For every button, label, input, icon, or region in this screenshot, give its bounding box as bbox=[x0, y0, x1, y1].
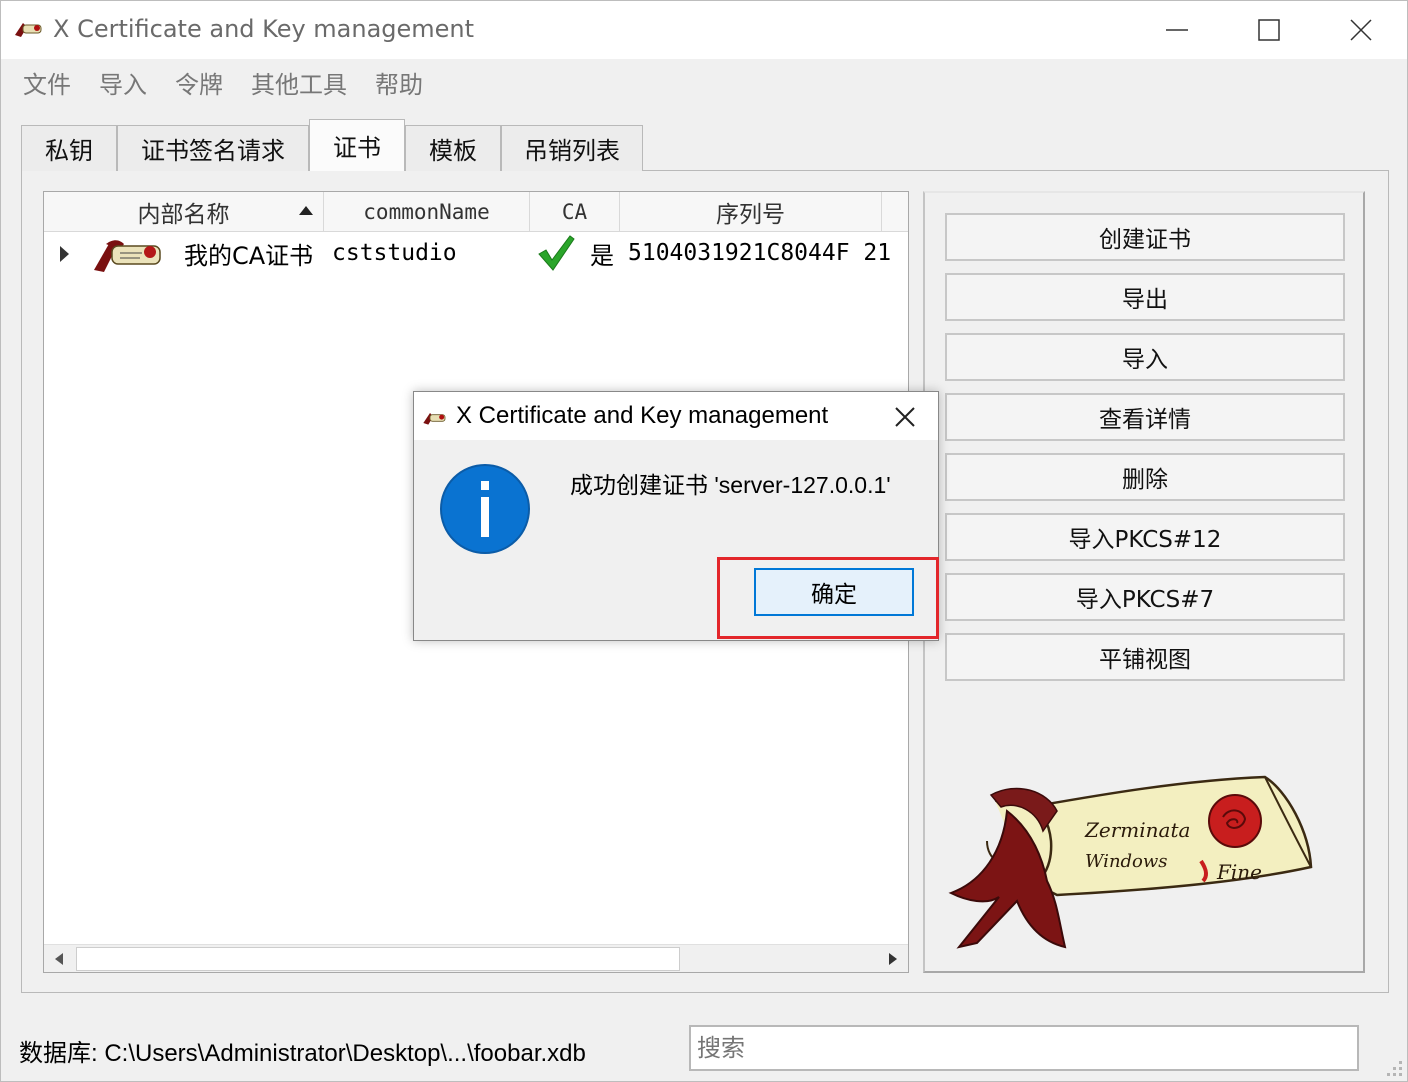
export-button[interactable]: 导出 bbox=[945, 273, 1345, 321]
close-button[interactable] bbox=[1315, 1, 1407, 59]
table-row[interactable]: 我的CA证书 cststudio 是 5104031921C8044F 21 bbox=[44, 232, 908, 276]
tab-csr[interactable]: 证书签名请求 bbox=[117, 125, 309, 171]
horizontal-scrollbar[interactable] bbox=[44, 944, 908, 972]
create-certificate-button[interactable]: 创建证书 bbox=[945, 213, 1345, 261]
column-header-ca[interactable]: CA bbox=[530, 192, 620, 232]
scroll-left-icon bbox=[55, 953, 63, 965]
expand-arrow-icon[interactable] bbox=[60, 246, 69, 262]
svg-text:Fine: Fine bbox=[1216, 860, 1262, 884]
window-title: X Certificate and Key management bbox=[53, 15, 475, 43]
ok-button-highlight-box bbox=[717, 557, 939, 639]
menu-token[interactable]: 令牌 bbox=[175, 65, 223, 100]
tab-private-keys[interactable]: 私钥 bbox=[21, 125, 117, 171]
database-path: 数据库: C:\Users\Administrator\Desktop\...\… bbox=[19, 1040, 586, 1067]
menu-bar: 文件 导入 令牌 其他工具 帮助 bbox=[1, 59, 1407, 99]
close-icon bbox=[1350, 19, 1372, 41]
close-icon bbox=[895, 407, 915, 427]
scroll-left-button[interactable] bbox=[44, 945, 74, 973]
maximize-button[interactable] bbox=[1223, 1, 1315, 59]
minimize-button[interactable] bbox=[1131, 1, 1223, 59]
cert-internal-name: 我的CA证书 bbox=[184, 242, 314, 270]
title-bar: X Certificate and Key management bbox=[1, 1, 1407, 59]
dialog-close-button[interactable] bbox=[884, 396, 926, 438]
tab-certificates[interactable]: 证书 bbox=[309, 119, 405, 171]
tile-view-button[interactable]: 平铺视图 bbox=[945, 633, 1345, 681]
column-header-commonname[interactable]: commonName bbox=[324, 192, 530, 232]
scroll-right-button[interactable] bbox=[878, 945, 908, 973]
checkmark-icon bbox=[538, 235, 575, 271]
app-logo-icon bbox=[15, 23, 42, 37]
sort-ascending-icon bbox=[299, 206, 313, 215]
main-window: X Certificate and Key management 文件 导入 令… bbox=[0, 0, 1408, 1082]
dialog-title: X Certificate and Key management bbox=[456, 402, 829, 429]
menu-import[interactable]: 导入 bbox=[99, 65, 147, 100]
scroll-right-icon bbox=[889, 953, 897, 965]
maximize-icon bbox=[1258, 19, 1280, 41]
cert-ca-flag: 是 bbox=[590, 242, 614, 270]
import-pkcs7-button[interactable]: 导入PKCS#7 bbox=[945, 573, 1345, 621]
svg-text:Zerminata: Zerminata bbox=[1084, 818, 1190, 842]
minimize-icon bbox=[1166, 29, 1188, 31]
import-button[interactable]: 导入 bbox=[945, 333, 1345, 381]
tab-revocation-lists[interactable]: 吊销列表 bbox=[501, 125, 643, 171]
delete-button[interactable]: 删除 bbox=[945, 453, 1345, 501]
search-input[interactable] bbox=[689, 1025, 1359, 1071]
cert-common-name: cststudio bbox=[332, 240, 457, 266]
certificate-icon bbox=[94, 240, 161, 272]
dialog-app-icon bbox=[423, 413, 446, 425]
column-header-serial[interactable]: 序列号 bbox=[620, 192, 882, 232]
dialog-title-bar: X Certificate and Key management bbox=[414, 392, 938, 440]
import-pkcs12-button[interactable]: 导入PKCS#12 bbox=[945, 513, 1345, 561]
resize-grip-icon[interactable] bbox=[1385, 1059, 1405, 1079]
menu-file[interactable]: 文件 bbox=[23, 65, 71, 100]
list-header: 内部名称 commonName CA 序列号 bbox=[44, 192, 908, 232]
scroll-thumb[interactable] bbox=[76, 947, 680, 971]
column-header-internal-name[interactable]: 内部名称 bbox=[44, 192, 324, 232]
info-icon bbox=[440, 464, 530, 554]
xca-scroll-logo: Zerminata Windows Fine bbox=[948, 775, 1313, 949]
cert-serial: 5104031921C8044F 21 bbox=[628, 240, 892, 266]
menu-help[interactable]: 帮助 bbox=[375, 65, 423, 100]
column-label-internal-name: 内部名称 bbox=[137, 202, 230, 228]
dialog-message: 成功创建证书 'server-127.0.0.1' bbox=[570, 472, 891, 498]
tab-templates[interactable]: 模板 bbox=[405, 125, 501, 171]
svg-text:Windows: Windows bbox=[1085, 851, 1168, 872]
view-details-button[interactable]: 查看详情 bbox=[945, 393, 1345, 441]
menu-other-tools[interactable]: 其他工具 bbox=[251, 65, 347, 100]
